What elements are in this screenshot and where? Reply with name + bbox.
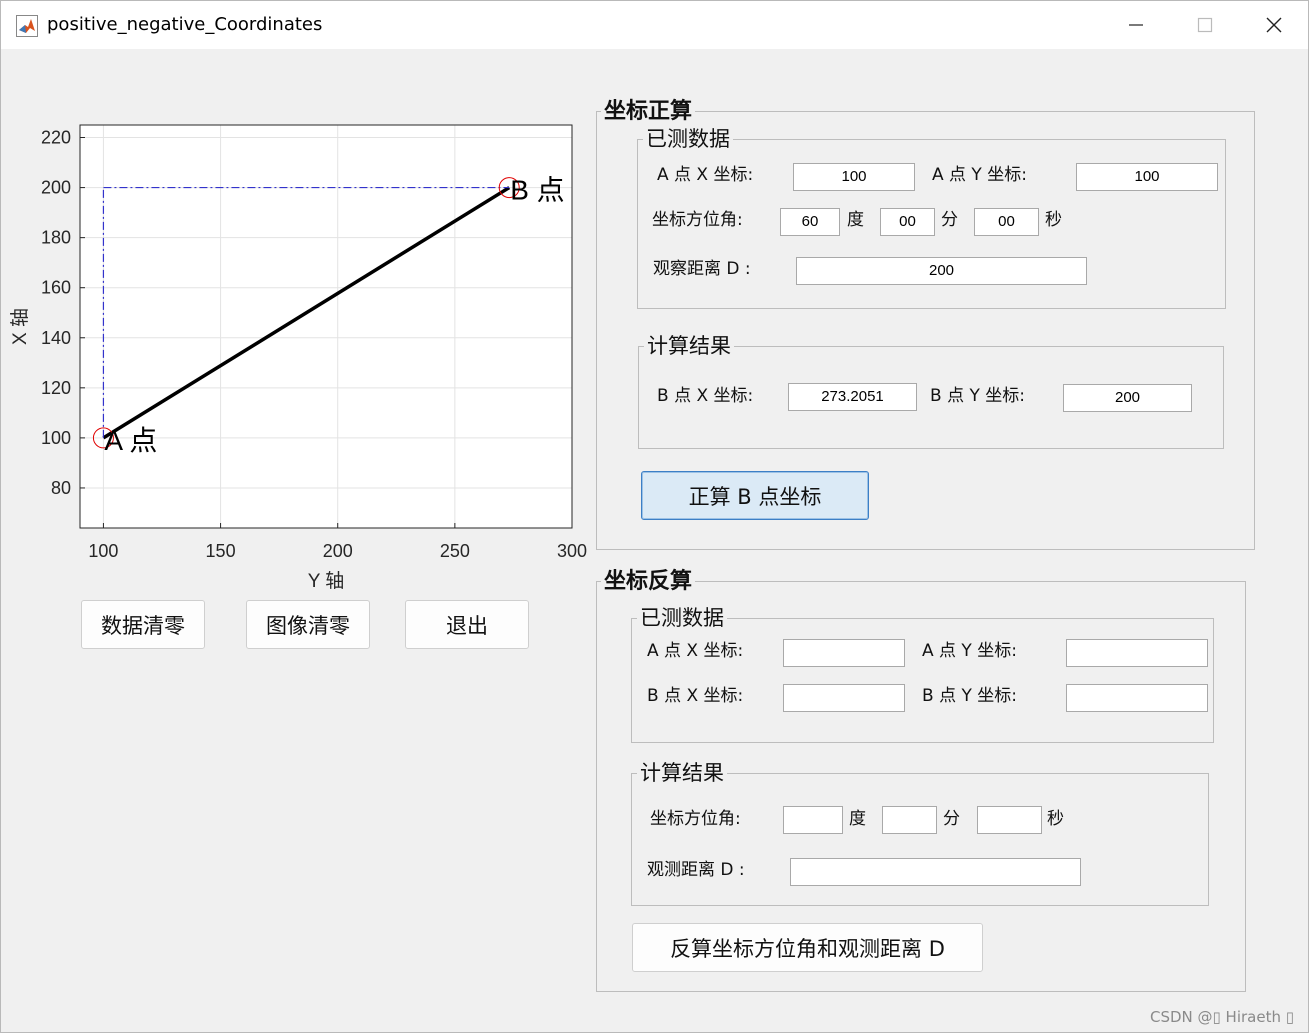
x-axis-label: Y 轴: [308, 570, 345, 592]
forward-azimuth-label: 坐标方位角:: [652, 210, 743, 230]
y-tick-label: 140: [41, 328, 71, 348]
forward-degree-unit: 度: [847, 210, 864, 230]
inverse-measured-panel: [631, 618, 1214, 743]
close-icon: [1266, 17, 1282, 33]
forward-b-x-output[interactable]: 273.2051: [788, 383, 917, 411]
forward-compute-button[interactable]: 正算 B 点坐标: [641, 471, 869, 520]
inverse-a-x-input[interactable]: [783, 639, 905, 667]
y-axis-label: X 轴: [9, 308, 31, 345]
forward-b-x-label: B 点 X 坐标:: [657, 386, 754, 406]
inverse-second-output[interactable]: [977, 806, 1042, 834]
forward-a-y-label: A 点 Y 坐标:: [932, 165, 1027, 185]
inverse-a-y-label: A 点 Y 坐标:: [922, 641, 1017, 661]
forward-minute-unit: 分: [941, 210, 958, 230]
forward-second-input[interactable]: 00: [974, 208, 1039, 236]
clear-image-button[interactable]: 图像清零: [246, 600, 370, 649]
inverse-a-y-input[interactable]: [1066, 639, 1208, 667]
inverse-b-x-input[interactable]: [783, 684, 905, 712]
inverse-degree-output[interactable]: [783, 806, 843, 834]
close-button[interactable]: [1239, 1, 1309, 49]
x-tick-label: 100: [88, 541, 118, 561]
inverse-b-y-input[interactable]: [1066, 684, 1208, 712]
minimize-icon: [1129, 24, 1143, 26]
inverse-calc-title: 坐标反算: [601, 570, 696, 592]
y-tick-label: 80: [51, 478, 71, 498]
clear-data-button[interactable]: 数据清零: [81, 600, 205, 649]
forward-minute-input[interactable]: 00: [880, 208, 935, 236]
point-a-label: A 点: [104, 425, 157, 456]
y-tick-label: 100: [41, 428, 71, 448]
inverse-distance-output[interactable]: [790, 858, 1081, 886]
inverse-minute-output[interactable]: [882, 806, 937, 834]
forward-a-y-input[interactable]: 100: [1076, 163, 1218, 191]
maximize-icon: [1197, 17, 1213, 33]
inverse-distance-label: 观测距离 D :: [647, 860, 745, 880]
forward-second-unit: 秒: [1045, 210, 1062, 230]
plot-area: [80, 125, 572, 528]
maximize-button[interactable]: [1170, 1, 1240, 49]
matlab-app-icon: [16, 15, 38, 37]
inverse-compute-button[interactable]: 反算坐标方位角和观测距离 D: [632, 923, 983, 972]
y-tick-label: 120: [41, 378, 71, 398]
x-tick-label: 200: [323, 541, 353, 561]
x-tick-label: 300: [557, 541, 587, 561]
window-title: positive_negative_Coordinates: [47, 14, 323, 35]
forward-b-y-output[interactable]: 200: [1063, 384, 1192, 412]
forward-distance-input[interactable]: 200: [796, 257, 1087, 285]
inverse-azimuth-label: 坐标方位角:: [650, 809, 741, 829]
inverse-b-y-label: B 点 Y 坐标:: [922, 686, 1017, 706]
forward-a-x-input[interactable]: 100: [793, 163, 915, 191]
y-tick-label: 180: [41, 228, 71, 248]
y-tick-label: 220: [41, 128, 71, 148]
forward-result-title: 计算结果: [644, 336, 734, 357]
inverse-result-panel: [631, 773, 1209, 906]
y-tick-label: 160: [41, 278, 71, 298]
inverse-b-x-label: B 点 X 坐标:: [647, 686, 744, 706]
coordinate-plot: 100 150 200 250 300 80 100 120 140 160 180 200 220 A …: [9, 124, 587, 592]
app-window: positive_negative_Coordinates 100 150 200 2…: [0, 0, 1309, 1033]
inverse-second-unit: 秒: [1047, 809, 1064, 829]
forward-distance-label: 观察距离 D :: [653, 259, 751, 279]
minimize-button[interactable]: [1101, 1, 1171, 49]
inverse-a-x-label: A 点 X 坐标:: [647, 641, 744, 661]
inverse-measured-title: 已测数据: [637, 608, 727, 629]
x-tick-label: 250: [440, 541, 470, 561]
title-bar: positive_negative_Coordinates: [1, 1, 1308, 49]
forward-a-x-label: A 点 X 坐标:: [657, 165, 754, 185]
x-tick-label: 150: [206, 541, 236, 561]
forward-b-y-label: B 点 Y 坐标:: [930, 386, 1025, 406]
inverse-degree-unit: 度: [849, 809, 866, 829]
forward-degree-input[interactable]: 60: [780, 208, 840, 236]
y-tick-label: 200: [41, 178, 71, 198]
csdn-watermark: CSDN @▯ Hiraeth ▯: [1149, 1008, 1294, 1026]
inverse-result-title: 计算结果: [637, 763, 727, 784]
inverse-minute-unit: 分: [943, 809, 960, 829]
forward-calc-title: 坐标正算: [601, 100, 696, 122]
exit-button[interactable]: 退出: [405, 600, 529, 649]
forward-measured-title: 已测数据: [643, 129, 733, 150]
point-b-label: B 点: [510, 175, 564, 206]
